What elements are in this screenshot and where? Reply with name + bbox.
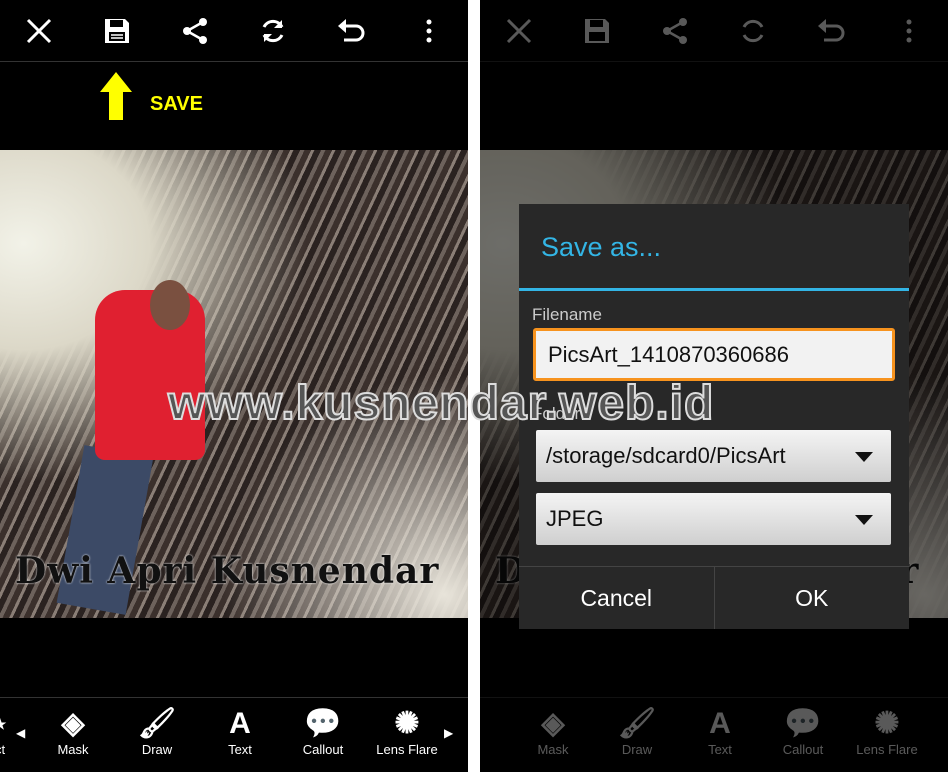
tool-effect[interactable]: ★ct bbox=[0, 706, 35, 757]
signature-text: Dwi Apri Kusnendar bbox=[15, 550, 440, 592]
format-value: JPEG bbox=[546, 506, 604, 531]
top-toolbar-dimmed bbox=[480, 0, 948, 62]
effect-icon: ★ bbox=[0, 706, 35, 742]
dropdown-arrow-icon bbox=[855, 515, 873, 525]
dropdown-arrow-icon bbox=[855, 452, 873, 462]
tool-bar-dimmed: ◈ Mask 🖌 Draw A Text 💬 Callout ✺ Lens Flare bbox=[480, 697, 948, 772]
folder-value: /storage/sdcard0/PicsArt bbox=[546, 443, 786, 468]
save-annotation: SAVE bbox=[150, 93, 203, 115]
tool-draw: 🖌 Draw bbox=[602, 706, 672, 757]
format-select[interactable]: JPEG bbox=[536, 493, 891, 545]
text-icon: A bbox=[709, 707, 731, 740]
mask-icon: ◈ bbox=[61, 707, 85, 740]
undo-icon bbox=[811, 11, 851, 51]
more-icon bbox=[889, 11, 929, 51]
close-icon bbox=[499, 11, 539, 51]
filename-label: Filename bbox=[532, 305, 602, 324]
share-icon[interactable] bbox=[175, 11, 215, 51]
brush-icon: 🖌 bbox=[137, 707, 177, 740]
watermark: www.kusnendar.web.id bbox=[167, 376, 715, 431]
cancel-button[interactable]: Cancel bbox=[519, 567, 714, 629]
tool-mask: ◈ Mask bbox=[518, 706, 588, 757]
tool-label: ct bbox=[0, 742, 6, 757]
tool-text[interactable]: A Text bbox=[205, 706, 275, 757]
refresh-icon bbox=[733, 11, 773, 51]
folder-select[interactable]: /storage/sdcard0/PicsArt bbox=[536, 430, 891, 482]
mask-icon: ◈ bbox=[541, 707, 565, 740]
share-icon bbox=[655, 11, 695, 51]
close-icon[interactable] bbox=[19, 11, 59, 51]
up-arrow-icon bbox=[100, 72, 132, 120]
tool-lens-flare: ✺ Lens Flare bbox=[852, 706, 922, 757]
tool-label: Lens Flare bbox=[376, 742, 438, 757]
tool-label: Callout bbox=[782, 742, 824, 757]
save-icon[interactable] bbox=[97, 11, 137, 51]
tool-label: Mask bbox=[537, 742, 569, 757]
scroll-right-icon[interactable]: ▶ bbox=[444, 726, 453, 740]
dialog-title: Save as... bbox=[541, 232, 662, 262]
tool-label: Text bbox=[228, 742, 252, 757]
brush-icon: 🖌 bbox=[617, 707, 657, 740]
ok-button[interactable]: OK bbox=[713, 567, 910, 629]
figure-shirt bbox=[95, 290, 205, 460]
tool-callout[interactable]: 💬 Callout bbox=[288, 706, 358, 757]
tool-label: Callout bbox=[302, 742, 344, 757]
lens-flare-icon: ✺ bbox=[394, 707, 420, 740]
refresh-icon[interactable] bbox=[253, 11, 293, 51]
text-icon: A bbox=[229, 707, 251, 740]
tool-label: Draw bbox=[621, 742, 653, 757]
more-icon[interactable] bbox=[409, 11, 449, 51]
lens-flare-icon: ✺ bbox=[874, 707, 900, 740]
top-toolbar bbox=[0, 0, 468, 62]
tool-label: Draw bbox=[141, 742, 173, 757]
save-icon bbox=[577, 11, 617, 51]
tool-label: Text bbox=[708, 742, 732, 757]
title-divider bbox=[519, 288, 909, 291]
tool-label: Lens Flare bbox=[856, 742, 918, 757]
tool-draw[interactable]: 🖌 Draw bbox=[122, 706, 192, 757]
filename-input[interactable]: PicsArt_1410870360686 bbox=[533, 328, 895, 381]
callout-icon: 💬 bbox=[304, 707, 342, 740]
tool-mask[interactable]: ◈ Mask bbox=[38, 706, 108, 757]
tool-label: Mask bbox=[57, 742, 89, 757]
callout-icon: 💬 bbox=[784, 707, 822, 740]
undo-icon[interactable] bbox=[331, 11, 371, 51]
figure-head bbox=[150, 280, 190, 330]
tool-text: A Text bbox=[685, 706, 755, 757]
dialog-buttons: Cancel OK bbox=[519, 566, 909, 629]
tool-bar: ◀ ★ct ◈Mask 🖌Draw AText 💬Callout ✺Lens F… bbox=[0, 697, 468, 772]
tool-lens-flare[interactable]: ✺ Lens Flare bbox=[372, 706, 442, 757]
tool-callout: 💬 Callout bbox=[768, 706, 838, 757]
